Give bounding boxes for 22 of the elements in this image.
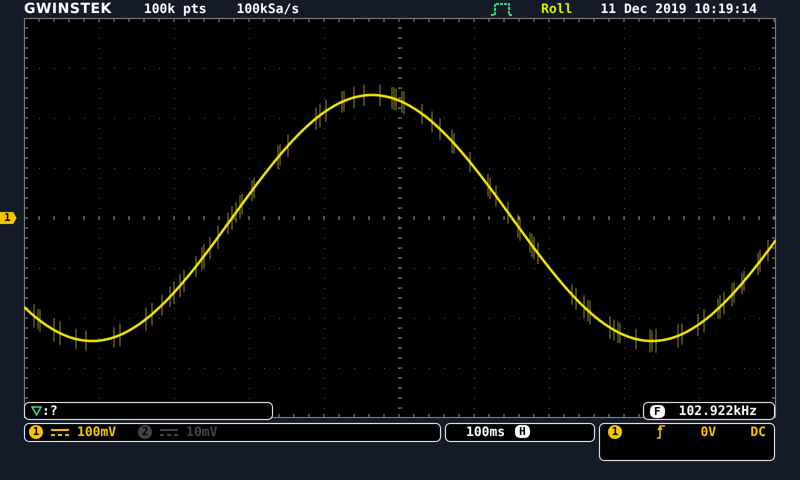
dc-coupling-icon: [51, 429, 69, 437]
channel-number[interactable]: 1: [29, 425, 43, 439]
channel-marker: 1: [0, 212, 17, 224]
rising-edge-icon: [656, 425, 666, 439]
pulse-icon: [491, 2, 514, 16]
channel-scale: 10mV: [186, 425, 218, 440]
acquisition-mode: Roll: [541, 2, 572, 16]
date-time: 11 Dec 2019 10:19:14: [600, 2, 758, 16]
channel-scale: 100mV: [77, 425, 116, 440]
trigger-source: 1: [608, 425, 622, 439]
record-length: 100k pts: [144, 2, 207, 16]
sample-rate: 100kSa/s: [236, 2, 300, 16]
timebase-value: 100ms: [466, 425, 506, 440]
brand-logo: GWINSTEK: [24, 1, 112, 17]
horizontal-badge: H: [515, 425, 530, 438]
trigger-level: 0V: [700, 425, 716, 440]
trigger-coupling: DC: [750, 425, 766, 440]
dc-coupling-icon: [160, 429, 178, 437]
trigger-status: :?: [42, 404, 58, 418]
triangle-icon: [31, 406, 42, 416]
frequency-value: 102.922kHz: [678, 404, 757, 418]
counter-badge: F: [650, 404, 665, 418]
